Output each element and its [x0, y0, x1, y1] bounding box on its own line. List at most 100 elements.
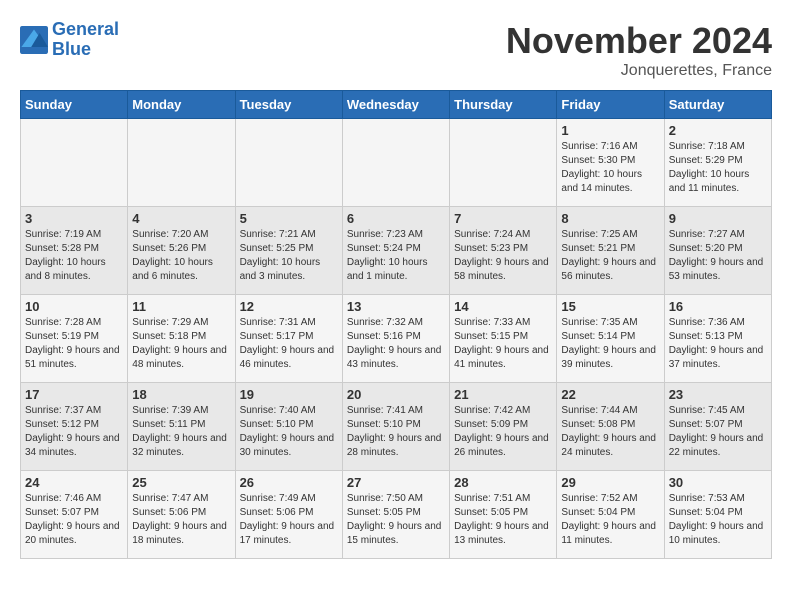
day-number: 17 [25, 387, 123, 402]
day-number: 7 [454, 211, 552, 226]
logo-icon [20, 26, 48, 54]
day-number: 10 [25, 299, 123, 314]
page-header: General Blue November 2024 Jonquerettes,… [20, 20, 772, 80]
calendar-cell: 25 Sunrise: 7:47 AM Sunset: 5:06 PM Dayli… [128, 471, 235, 559]
day-info: Sunrise: 7:20 AM Sunset: 5:26 PM Dayligh… [132, 228, 230, 284]
day-number: 1 [561, 123, 659, 138]
weekday-header-friday: Friday [557, 91, 664, 119]
calendar-cell: 3Sunrise: 7:19 AM Sunset: 5:28 PM Daylig… [21, 207, 128, 295]
day-info: Sunrise: 7:29 AM Sunset: 5:18 PM Dayligh… [132, 316, 230, 372]
weekday-header-sunday: Sunday [21, 91, 128, 119]
day-number: 18 [132, 387, 230, 402]
calendar-cell: 13 Sunrise: 7:32 AM Sunset: 5:16 PM Dayli… [342, 295, 449, 383]
day-number: 3 [25, 211, 123, 226]
day-info: Sunrise: 7:42 AM Sunset: 5:09 PM Dayligh… [454, 404, 552, 460]
calendar-table: SundayMondayTuesdayWednesdayThursdayFrid… [20, 90, 772, 559]
day-number: 14 [454, 299, 552, 314]
logo-text: General Blue [52, 20, 119, 60]
day-number: 16 [669, 299, 767, 314]
calendar-cell: 2 Sunrise: 7:18 AM Sunset: 5:29 PM Daylig… [664, 119, 771, 207]
day-info: Sunrise: 7:41 AM Sunset: 5:10 PM Dayligh… [347, 404, 445, 460]
day-number: 25 [132, 475, 230, 490]
calendar-body: 1 Sunrise: 7:16 AM Sunset: 5:30 PM Daylig… [21, 119, 772, 559]
calendar-cell: 11 Sunrise: 7:29 AM Sunset: 5:18 PM Dayli… [128, 295, 235, 383]
day-number: 15 [561, 299, 659, 314]
day-info: Sunrise: 7:33 AM Sunset: 5:15 PM Dayligh… [454, 316, 552, 372]
calendar-cell: 22 Sunrise: 7:44 AM Sunset: 5:08 PM Dayli… [557, 383, 664, 471]
day-number: 2 [669, 123, 767, 138]
calendar-cell: 26 Sunrise: 7:49 AM Sunset: 5:06 PM Dayli… [235, 471, 342, 559]
day-info: Sunrise: 7:40 AM Sunset: 5:10 PM Dayligh… [240, 404, 338, 460]
day-number: 30 [669, 475, 767, 490]
calendar-cell [235, 119, 342, 207]
calendar-cell: 19 Sunrise: 7:40 AM Sunset: 5:10 PM Dayli… [235, 383, 342, 471]
day-number: 19 [240, 387, 338, 402]
location: Jonquerettes, France [506, 62, 772, 80]
day-info: Sunrise: 7:21 AM Sunset: 5:25 PM Dayligh… [240, 228, 338, 284]
weekday-header-wednesday: Wednesday [342, 91, 449, 119]
day-info: Sunrise: 7:51 AM Sunset: 5:05 PM Dayligh… [454, 492, 552, 548]
calendar-cell: 6Sunrise: 7:23 AM Sunset: 5:24 PM Daylig… [342, 207, 449, 295]
calendar-cell: 23 Sunrise: 7:45 AM Sunset: 5:07 PM Dayli… [664, 383, 771, 471]
calendar-cell: 24Sunrise: 7:46 AM Sunset: 5:07 PM Dayli… [21, 471, 128, 559]
day-info: Sunrise: 7:35 AM Sunset: 5:14 PM Dayligh… [561, 316, 659, 372]
calendar-cell: 10 Sunrise: 7:28 AM Sunset: 5:19 PM Dayli… [21, 295, 128, 383]
calendar-cell: 27 Sunrise: 7:50 AM Sunset: 5:05 PM Dayli… [342, 471, 449, 559]
day-number: 11 [132, 299, 230, 314]
weekday-header-saturday: Saturday [664, 91, 771, 119]
calendar-cell: 29 Sunrise: 7:52 AM Sunset: 5:04 PM Dayli… [557, 471, 664, 559]
day-info: Sunrise: 7:45 AM Sunset: 5:07 PM Dayligh… [669, 404, 767, 460]
weekday-header-thursday: Thursday [450, 91, 557, 119]
day-number: 5 [240, 211, 338, 226]
day-info: Sunrise: 7:50 AM Sunset: 5:05 PM Dayligh… [347, 492, 445, 548]
day-info: Sunrise: 7:47 AM Sunset: 5:06 PM Dayligh… [132, 492, 230, 548]
day-number: 13 [347, 299, 445, 314]
calendar-week-2: 3Sunrise: 7:19 AM Sunset: 5:28 PM Daylig… [21, 207, 772, 295]
calendar-cell: 4 Sunrise: 7:20 AM Sunset: 5:26 PM Daylig… [128, 207, 235, 295]
day-info: Sunrise: 7:18 AM Sunset: 5:29 PM Dayligh… [669, 140, 767, 196]
day-info: Sunrise: 7:24 AM Sunset: 5:23 PM Dayligh… [454, 228, 552, 284]
logo: General Blue [20, 20, 119, 60]
calendar-cell [21, 119, 128, 207]
day-info: Sunrise: 7:28 AM Sunset: 5:19 PM Dayligh… [25, 316, 123, 372]
day-number: 4 [132, 211, 230, 226]
day-info: Sunrise: 7:39 AM Sunset: 5:11 PM Dayligh… [132, 404, 230, 460]
day-info: Sunrise: 7:37 AM Sunset: 5:12 PM Dayligh… [25, 404, 123, 460]
day-number: 26 [240, 475, 338, 490]
calendar-cell: 21 Sunrise: 7:42 AM Sunset: 5:09 PM Dayli… [450, 383, 557, 471]
day-info: Sunrise: 7:53 AM Sunset: 5:04 PM Dayligh… [669, 492, 767, 548]
calendar-header: SundayMondayTuesdayWednesdayThursdayFrid… [21, 91, 772, 119]
calendar-cell [128, 119, 235, 207]
day-number: 28 [454, 475, 552, 490]
calendar-cell: 18 Sunrise: 7:39 AM Sunset: 5:11 PM Dayli… [128, 383, 235, 471]
day-number: 29 [561, 475, 659, 490]
title-area: November 2024 Jonquerettes, France [506, 20, 772, 80]
day-number: 20 [347, 387, 445, 402]
day-info: Sunrise: 7:52 AM Sunset: 5:04 PM Dayligh… [561, 492, 659, 548]
day-number: 24 [25, 475, 123, 490]
day-info: Sunrise: 7:32 AM Sunset: 5:16 PM Dayligh… [347, 316, 445, 372]
calendar-week-3: 10 Sunrise: 7:28 AM Sunset: 5:19 PM Dayli… [21, 295, 772, 383]
calendar-cell [342, 119, 449, 207]
day-info: Sunrise: 7:25 AM Sunset: 5:21 PM Dayligh… [561, 228, 659, 284]
calendar-cell: 20 Sunrise: 7:41 AM Sunset: 5:10 PM Dayli… [342, 383, 449, 471]
calendar-cell: 28 Sunrise: 7:51 AM Sunset: 5:05 PM Dayli… [450, 471, 557, 559]
day-info: Sunrise: 7:49 AM Sunset: 5:06 PM Dayligh… [240, 492, 338, 548]
calendar-cell: 12Sunrise: 7:31 AM Sunset: 5:17 PM Dayli… [235, 295, 342, 383]
calendar-cell: 15 Sunrise: 7:35 AM Sunset: 5:14 PM Dayli… [557, 295, 664, 383]
calendar-cell: 7 Sunrise: 7:24 AM Sunset: 5:23 PM Daylig… [450, 207, 557, 295]
day-number: 22 [561, 387, 659, 402]
weekday-header-monday: Monday [128, 91, 235, 119]
calendar-cell: 8Sunrise: 7:25 AM Sunset: 5:21 PM Daylig… [557, 207, 664, 295]
day-number: 21 [454, 387, 552, 402]
day-info: Sunrise: 7:16 AM Sunset: 5:30 PM Dayligh… [561, 140, 659, 196]
calendar-cell: 14 Sunrise: 7:33 AM Sunset: 5:15 PM Dayli… [450, 295, 557, 383]
calendar-cell: 17 Sunrise: 7:37 AM Sunset: 5:12 PM Dayli… [21, 383, 128, 471]
day-info: Sunrise: 7:44 AM Sunset: 5:08 PM Dayligh… [561, 404, 659, 460]
weekday-header-tuesday: Tuesday [235, 91, 342, 119]
day-number: 23 [669, 387, 767, 402]
calendar-cell [450, 119, 557, 207]
day-number: 27 [347, 475, 445, 490]
calendar-week-1: 1 Sunrise: 7:16 AM Sunset: 5:30 PM Daylig… [21, 119, 772, 207]
weekday-header-row: SundayMondayTuesdayWednesdayThursdayFrid… [21, 91, 772, 119]
